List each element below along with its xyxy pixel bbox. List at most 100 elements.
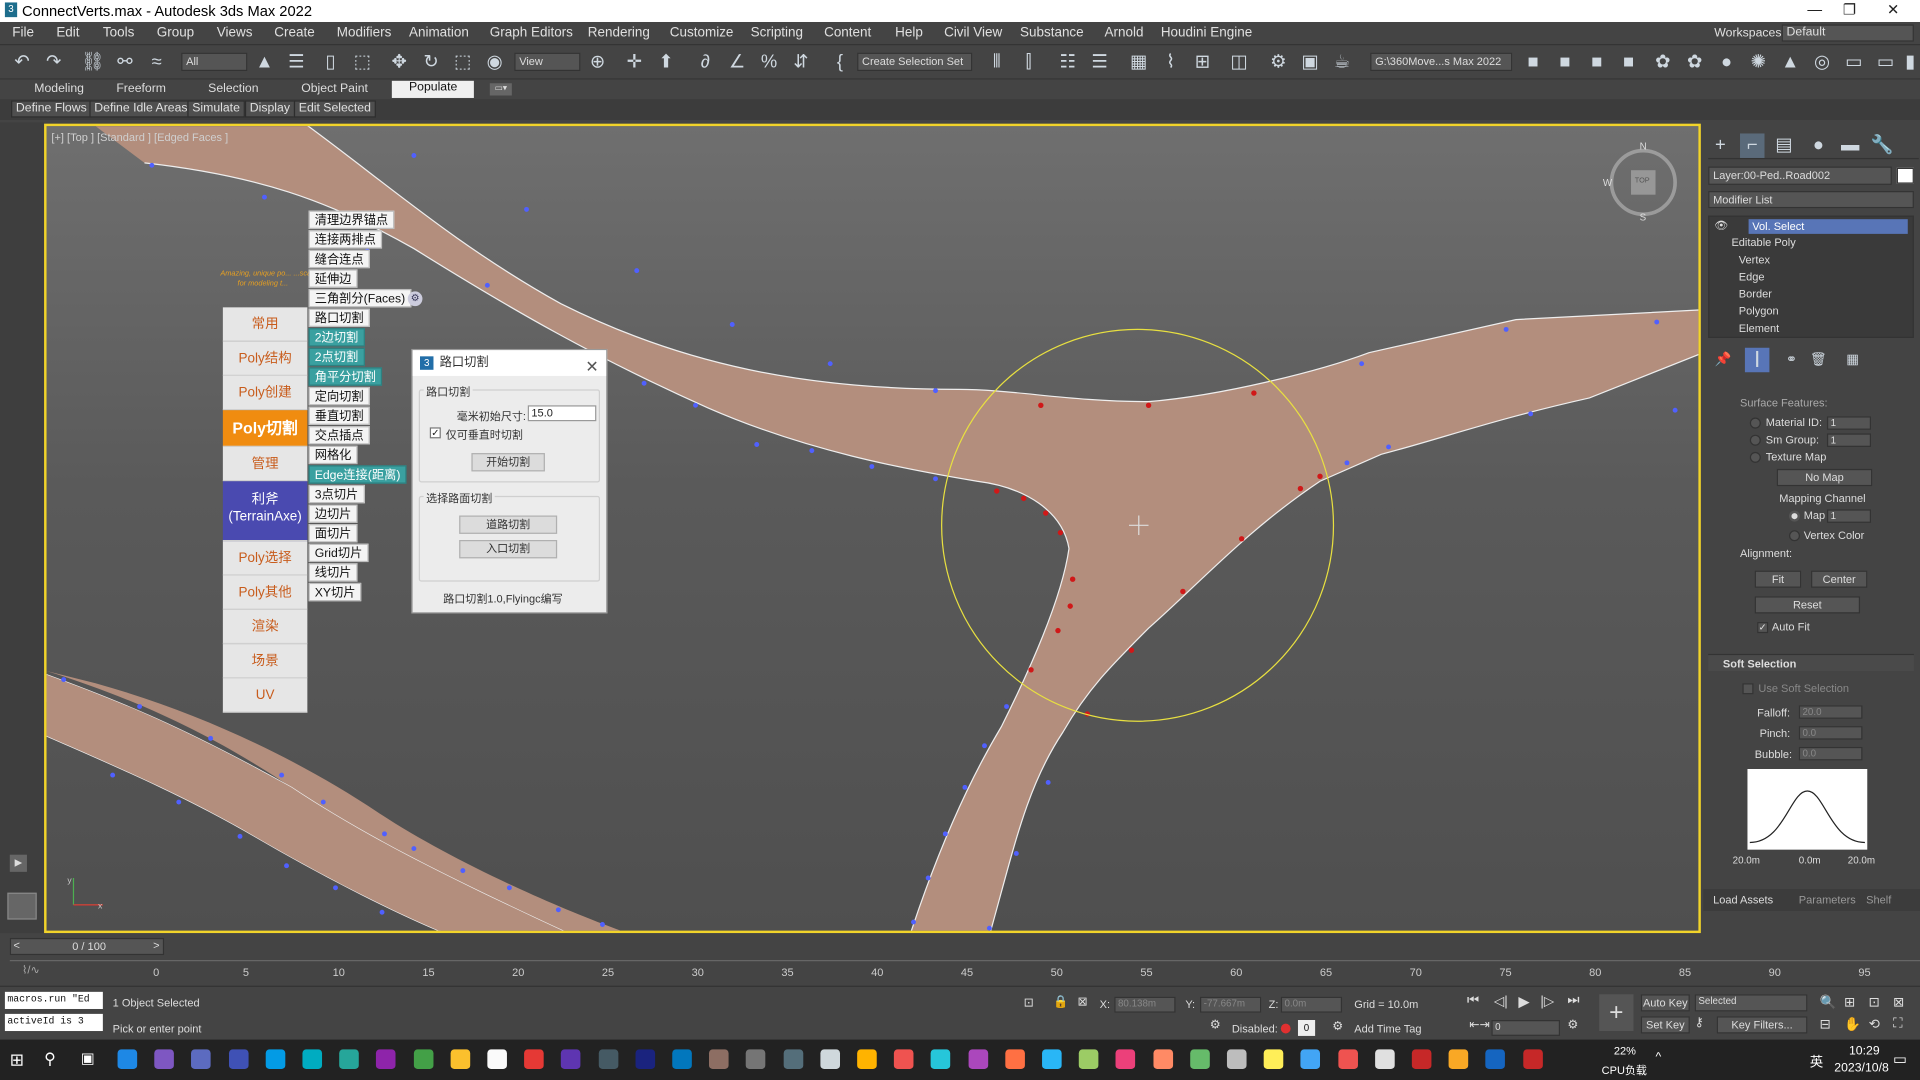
expand-arrow-icon[interactable]: ▶ [9, 854, 27, 872]
submenu-intersection-cut[interactable]: 路口切割 [308, 308, 370, 327]
road-cut-button[interactable]: 道路切割 [459, 515, 558, 534]
select-by-name-icon[interactable]: ☰ [284, 50, 308, 74]
viewport-layout-icon[interactable] [7, 892, 37, 920]
submenu-grid-slice[interactable]: Grid切片 [308, 543, 369, 563]
time-slider-next[interactable]: > [153, 939, 159, 951]
pinch-spinner[interactable]: 0.0 [1798, 726, 1863, 740]
plugin-tool-1-icon[interactable]: ■ [1521, 50, 1545, 74]
bind-spacewarp-icon[interactable]: ≈ [144, 50, 168, 74]
gear-icon[interactable]: ⚙ [407, 291, 423, 307]
track-bar[interactable]: ⌇/∿ 0 5 10 15 20 25 30 35 40 45 50 55 60 65 70 75 80 85 90… [9, 960, 1920, 984]
close-button[interactable]: ✕ [1887, 1, 1899, 18]
plugin-tool-6-icon[interactable]: ✿ [1682, 50, 1706, 74]
orbit-icon[interactable]: ⟲ [1869, 1016, 1880, 1033]
curve-editor-icon[interactable]: ⌇ [1158, 50, 1182, 74]
window-crossing-icon[interactable]: ⬚ [350, 50, 374, 74]
falloff-spinner[interactable]: 20.0 [1798, 705, 1863, 719]
taskbar-app-icon[interactable] [191, 1049, 212, 1069]
taskbar-app-icon[interactable] [1374, 1049, 1395, 1069]
menu-rendering[interactable]: Rendering [588, 26, 650, 41]
stack-item-editable-poly[interactable]: Editable Poly [1729, 236, 1795, 248]
taskbar-app-icon[interactable] [1189, 1049, 1210, 1069]
edit-selected-button[interactable]: Edit Selected [293, 100, 376, 118]
plugin-tool-5-icon[interactable]: ✿ [1651, 50, 1675, 74]
submenu-edge-connect-distance[interactable]: Edge连接(距离) [308, 465, 407, 484]
material-id-radio[interactable] [1749, 417, 1761, 429]
adaptive-degradation-icon[interactable]: ⚙ [1210, 1019, 1221, 1032]
submenu-intersection-insert[interactable]: 交点插点 [308, 426, 370, 445]
reference-coord-dropdown[interactable]: View [514, 52, 581, 72]
maximize-viewport-icon[interactable]: ⛶ [1893, 1016, 1902, 1032]
tab-freeform[interactable]: Freeform [116, 82, 166, 95]
ime-indicator[interactable]: 英 [1810, 1052, 1823, 1072]
submenu-extend-edge[interactable]: 延伸边 [308, 269, 358, 288]
taskbar-app-icon[interactable] [265, 1049, 286, 1069]
category-manage[interactable]: 管理 [222, 446, 308, 482]
taskbar-app-icon[interactable] [746, 1049, 766, 1069]
angle-snap-icon[interactable]: ∠ [725, 50, 749, 74]
submenu-bisector-cut[interactable]: 角平分切割 [308, 367, 383, 386]
zoom-icon[interactable]: 🔍 [1820, 994, 1837, 1011]
mirror-icon[interactable]: ⫴ [984, 50, 1008, 74]
taskbar-app-icon[interactable] [228, 1049, 249, 1069]
use-soft-selection-checkbox[interactable] [1742, 683, 1754, 695]
snaps-toggle-icon[interactable]: ∂ [693, 50, 717, 74]
stack-item-vol-select[interactable]: Vol. Select [1748, 219, 1908, 234]
prev-frame-icon[interactable]: ◁| [1494, 993, 1508, 1009]
taskbar-app-icon[interactable] [413, 1049, 433, 1069]
menu-file[interactable]: File [12, 26, 34, 41]
submenu-face-slice[interactable]: 面切片 [308, 524, 358, 543]
add-time-tag[interactable]: Add Time Tag [1354, 1022, 1421, 1034]
zoom-extents-all-icon[interactable]: ⊠ [1893, 994, 1904, 1011]
tab-parameters[interactable]: Parameters [1799, 894, 1856, 906]
named-selection-dropdown[interactable]: Create Selection Set [857, 52, 973, 72]
windows-start-icon[interactable]: ⊞ [10, 1049, 24, 1070]
display-button[interactable]: Display [244, 100, 295, 118]
menu-edit[interactable]: Edit [56, 26, 79, 41]
project-path-dropdown[interactable]: G:\360Move...s Max 2022 [1370, 52, 1513, 72]
pan-icon[interactable]: ✋ [1844, 1016, 1861, 1033]
render-icon[interactable]: ☕ [1330, 50, 1354, 74]
edit-named-selection-icon[interactable]: { [828, 50, 852, 74]
schematic-icon[interactable]: ⊞ [1190, 50, 1214, 74]
taskbar-app-icon[interactable] [1522, 1049, 1543, 1069]
ribbon-toggle-icon[interactable]: ▦ [1127, 50, 1151, 74]
category-poly-cut[interactable]: Poly切割 [222, 410, 308, 447]
x-coordinate[interactable]: 80.138m [1114, 996, 1176, 1013]
submenu-triangulate[interactable]: 三角剖分(Faces) [308, 288, 412, 308]
maximize-button[interactable]: ❐ [1843, 1, 1856, 18]
taskbar-app-icon[interactable] [1042, 1049, 1062, 1069]
spinner-snap-icon[interactable]: ⇵ [789, 50, 813, 74]
play-icon[interactable]: ▶ [1518, 993, 1529, 1010]
set-key-button[interactable]: Set Key [1640, 1016, 1690, 1034]
menu-substance[interactable]: Substance [1020, 26, 1084, 41]
rotate-icon[interactable]: ↻ [419, 50, 443, 74]
selected-key-dropdown[interactable]: Selected [1694, 994, 1808, 1012]
taskbar-app-icon[interactable] [1263, 1049, 1284, 1069]
taskbar-app-icon[interactable] [487, 1049, 507, 1069]
tab-modeling[interactable]: Modeling [34, 82, 84, 95]
taskbar-app-icon[interactable] [820, 1049, 840, 1069]
percent-snap-icon[interactable]: % [757, 50, 781, 74]
taskbar-app-icon[interactable] [1005, 1049, 1025, 1069]
plugin-tool-4-icon[interactable]: ■ [1616, 50, 1640, 74]
category-uv[interactable]: UV [222, 678, 308, 713]
taskbar-app-icon[interactable] [117, 1049, 138, 1069]
plugin-tool-8-icon[interactable]: ✺ [1746, 50, 1770, 74]
taskbar-app-icon[interactable] [450, 1049, 470, 1069]
category-render[interactable]: 渲染 [222, 609, 308, 645]
align-icon[interactable]: ⫿ [1016, 50, 1040, 74]
isolate-icon[interactable]: ⊡ [1024, 997, 1034, 1010]
start-cut-button[interactable]: 开始切割 [471, 453, 545, 472]
taskbar-app-icon[interactable] [1300, 1049, 1321, 1069]
taskbar-app-icon[interactable] [376, 1049, 396, 1069]
time-slider[interactable]: < 0 / 100 > [9, 937, 165, 956]
go-end-icon[interactable]: ⏭ [1567, 993, 1579, 1009]
material-editor-icon[interactable]: ◫ [1227, 50, 1251, 74]
modify-tab-icon[interactable]: ⌐ [1740, 133, 1765, 158]
viewcube[interactable]: N S W TOP [1602, 141, 1685, 224]
sm-group-radio[interactable] [1749, 434, 1761, 446]
object-name-field[interactable]: Layer:00-Ped..Road002 [1708, 166, 1892, 185]
maxscript-listener[interactable]: macros.run "Ed [4, 991, 103, 1009]
key-filters-icon[interactable]: ⚷ [1695, 1016, 1704, 1029]
